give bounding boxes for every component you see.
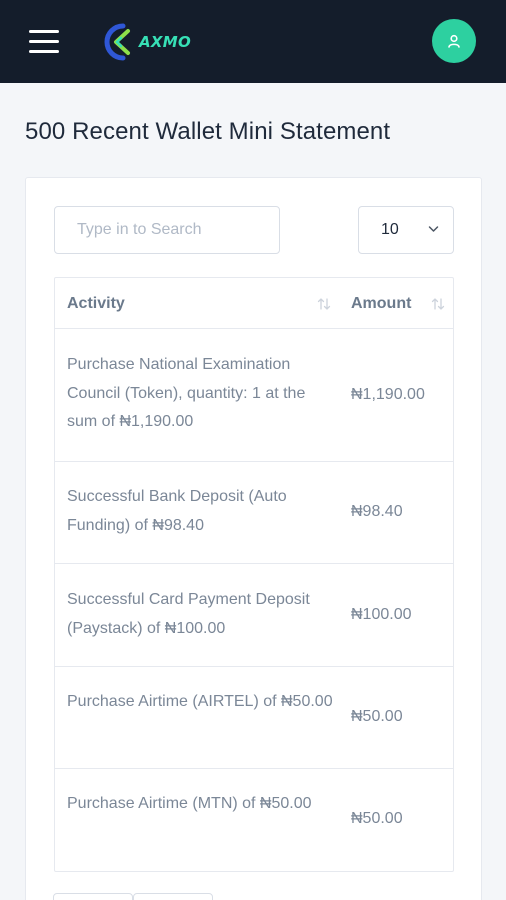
amount-cell: ₦50.00 bbox=[351, 810, 403, 827]
activity-cell: Successful Card Payment Deposit (Paystac… bbox=[67, 591, 310, 637]
user-avatar-button[interactable] bbox=[432, 19, 476, 63]
pagination bbox=[53, 893, 213, 900]
amount-cell: ₦50.00 bbox=[351, 708, 403, 725]
brand-name: AXMO bbox=[139, 33, 192, 51]
amount-cell: ₦1,190.00 bbox=[351, 386, 425, 403]
statement-table: Activity Amount Purchase National Examin… bbox=[54, 277, 454, 872]
sort-icon[interactable] bbox=[317, 297, 331, 311]
pagination-prev-button[interactable] bbox=[53, 893, 133, 900]
hamburger-menu-icon[interactable] bbox=[29, 30, 59, 53]
page-size-value: 10 bbox=[381, 221, 399, 238]
page-title: 500 Recent Wallet Mini Statement bbox=[25, 118, 391, 145]
sort-icon[interactable] bbox=[431, 297, 445, 311]
user-icon bbox=[448, 34, 460, 48]
table-row: Purchase Airtime (MTN) of ₦50.00 ₦50.00 bbox=[55, 769, 453, 871]
column-header-activity[interactable]: Activity bbox=[67, 295, 125, 313]
statement-card: 10 Activity Amount Purchase National Exa… bbox=[25, 177, 482, 900]
chevron-down-icon bbox=[428, 226, 439, 232]
amount-cell: ₦100.00 bbox=[351, 606, 412, 623]
pagination-next-button[interactable] bbox=[133, 893, 213, 900]
activity-cell: Purchase Airtime (MTN) of ₦50.00 bbox=[67, 795, 312, 812]
brand-logo[interactable]: AXMO bbox=[101, 22, 191, 62]
page-size-select[interactable]: 10 bbox=[358, 206, 454, 254]
table-row: Purchase Airtime (AIRTEL) of ₦50.00 ₦50.… bbox=[55, 667, 453, 769]
activity-cell: Successful Bank Deposit (Auto Funding) o… bbox=[67, 488, 287, 534]
search-input[interactable] bbox=[54, 206, 280, 254]
activity-cell: Purchase National Examination Council (T… bbox=[67, 356, 306, 430]
logo-mark-icon bbox=[104, 23, 130, 61]
top-navbar: AXMO bbox=[0, 0, 506, 83]
activity-cell: Purchase Airtime (AIRTEL) of ₦50.00 bbox=[67, 693, 333, 710]
table-row: Successful Card Payment Deposit (Paystac… bbox=[55, 564, 453, 667]
column-header-amount[interactable]: Amount bbox=[351, 295, 411, 313]
table-header: Activity Amount bbox=[55, 278, 453, 329]
table-row: Purchase National Examination Council (T… bbox=[55, 329, 453, 462]
table-row: Successful Bank Deposit (Auto Funding) o… bbox=[55, 462, 453, 564]
amount-cell: ₦98.40 bbox=[351, 503, 403, 520]
